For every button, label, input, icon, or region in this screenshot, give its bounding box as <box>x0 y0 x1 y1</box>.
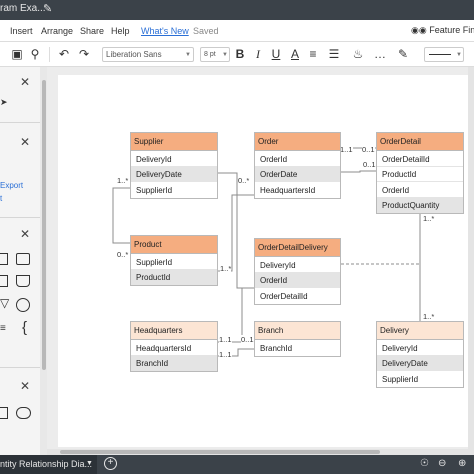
entity-field: SupplierId <box>136 185 173 195</box>
zoom-in-icon[interactable]: ⊕ <box>458 458 466 469</box>
entity-field: OrderDetailId <box>377 151 463 167</box>
page-tabs-bar: ntity Relationship Dia... ▼ + ☉ ⊖ ⊕ <box>0 455 474 474</box>
cardinality-label: 1..1 <box>219 335 232 344</box>
entity-headquarters[interactable]: Headquarters HeadquartersId BranchId <box>130 321 218 372</box>
entity-supplier[interactable]: Supplier DeliveryId DeliveryDate Supplie… <box>130 132 218 199</box>
entity-field: ProductId <box>377 167 463 182</box>
connector-line <box>341 170 376 173</box>
entity-field: DeliveryDate <box>377 355 463 371</box>
page-tab[interactable]: ntity Relationship Dia... ▼ <box>0 455 97 474</box>
entity-field: HeadquartersId <box>131 340 217 356</box>
connector-line <box>218 194 254 272</box>
entity-field: DeliveryDate <box>131 166 217 182</box>
cardinality-label: 0..1 <box>363 160 376 169</box>
entity-orderdetaildelivery[interactable]: OrderDetailDelivery DeliveryId OrderId O… <box>254 238 341 305</box>
entity-field: ProductQuantity <box>377 197 463 213</box>
entity-order[interactable]: Order OrderId OrderDate HeadquartersId <box>254 132 341 199</box>
entity-title: Delivery <box>377 322 463 340</box>
entity-product[interactable]: Product SupplierId ProductId <box>130 235 218 286</box>
entity-field: OrderDate <box>255 166 340 182</box>
entity-title: Product <box>131 236 217 254</box>
entity-title: OrderDetailDelivery <box>255 239 340 257</box>
entity-field: SupplierId <box>382 374 419 384</box>
entity-field: DeliveryId <box>131 151 217 167</box>
cardinality-label: 0..* <box>117 250 129 259</box>
cardinality-label: 1..* <box>220 264 232 273</box>
entity-field: ProductId <box>131 269 217 285</box>
connector-line <box>218 288 243 343</box>
entity-field: BranchId <box>260 343 293 353</box>
entity-field: DeliveryId <box>377 340 463 356</box>
entity-field: DeliveryId <box>255 257 340 273</box>
entity-field: HeadquartersId <box>260 185 316 195</box>
page-tab-label: ntity Relationship Dia... <box>0 459 93 469</box>
entity-field: OrderId <box>255 151 340 167</box>
entity-title: Order <box>255 133 340 151</box>
connector-line <box>112 187 130 244</box>
add-page-icon[interactable]: + <box>104 457 117 470</box>
entity-delivery[interactable]: Delivery DeliveryId DeliveryDate Supplie… <box>376 321 464 388</box>
cardinality-label: 1..* <box>117 176 129 185</box>
zoom-out-icon[interactable]: ⊖ <box>438 458 446 469</box>
entity-title: Headquarters <box>131 322 217 340</box>
cardinality-label: 1..1 <box>340 145 353 154</box>
entity-field: OrderId <box>255 272 340 288</box>
entity-field: OrderId <box>377 182 463 198</box>
entity-title: OrderDetail <box>377 133 463 151</box>
cardinality-label: 1..* <box>423 214 435 223</box>
cardinality-label: 0..1 <box>241 335 254 344</box>
cardinality-label: 0..1 <box>362 145 375 154</box>
entity-orderdetail[interactable]: OrderDetail OrderDetailId ProductId Orde… <box>376 132 464 214</box>
cardinality-label: 0..* <box>238 176 250 185</box>
compass-icon[interactable]: ☉ <box>420 458 429 469</box>
entity-field: SupplierId <box>131 254 217 270</box>
entity-title: Supplier <box>131 133 217 151</box>
cardinality-label: 1..1 <box>219 350 232 359</box>
entity-branch[interactable]: Branch BranchId <box>254 321 341 357</box>
entity-field: OrderDetailId <box>260 291 308 301</box>
cardinality-label: 1..* <box>423 312 435 321</box>
entity-field: BranchId <box>131 355 217 371</box>
entity-title: Branch <box>255 322 340 340</box>
chevron-down-icon[interactable]: ▼ <box>86 460 93 467</box>
relationship-connectors <box>112 147 421 357</box>
